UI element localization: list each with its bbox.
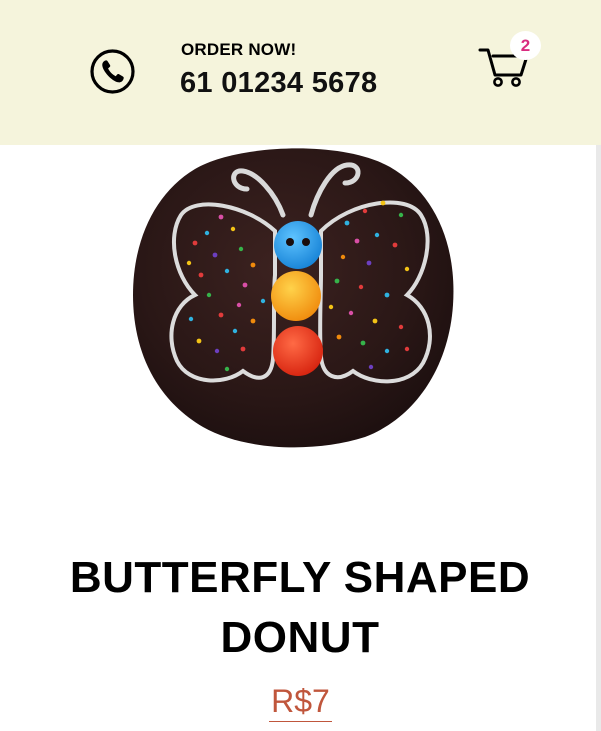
site-header: ORDER NOW! 61 01234 5678 2: [0, 0, 601, 145]
price-row: R$7: [0, 683, 601, 722]
order-now-label: ORDER NOW!: [181, 40, 297, 59]
page-scroll-edge: [596, 145, 601, 731]
product-price[interactable]: R$7: [269, 683, 332, 722]
phone-number[interactable]: 61 01234 5678: [180, 67, 377, 100]
donut-image[interactable]: [125, 145, 460, 448]
cart-count-badge: 2: [510, 31, 541, 60]
phone-icon[interactable]: [89, 48, 136, 95]
product-title: BUTTERFLY SHAPED DONUT: [69, 553, 531, 662]
